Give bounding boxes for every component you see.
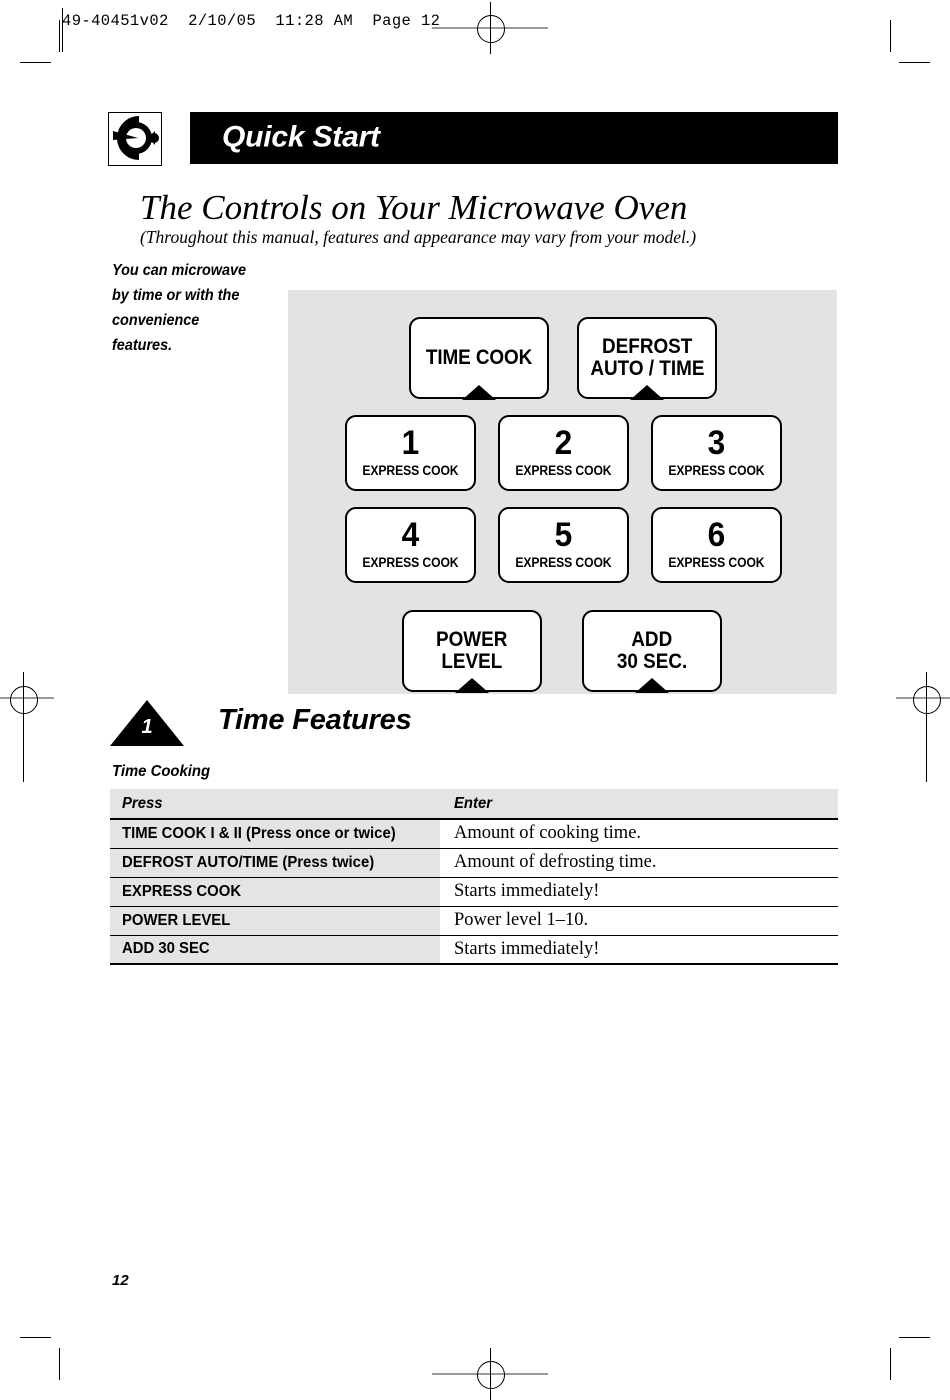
express-cook-6-button[interactable]: 6 EXPRESS COOK	[651, 507, 782, 583]
crop-mark-top-right-h	[899, 62, 930, 63]
express-cook-2-label: EXPRESS COOK	[515, 462, 612, 478]
registration-mark-bottom-circle	[477, 1361, 505, 1389]
time-cooking-table: Press Enter TIME COOK I & II (Press once…	[110, 789, 838, 965]
quick-start-banner: Quick Start	[190, 112, 838, 164]
registration-mark-top-circle	[477, 15, 505, 43]
crop-mark-bottom-right-v	[890, 1348, 891, 1380]
table-row: TIME COOK I & II (Press once or twice) A…	[110, 819, 838, 849]
express-cook-1-button[interactable]: 1 EXPRESS COOK	[345, 415, 476, 491]
express-cook-3-button[interactable]: 3 EXPRESS COOK	[651, 415, 782, 491]
registration-mark-right	[896, 672, 950, 782]
express-cook-4-button[interactable]: 4 EXPRESS COOK	[345, 507, 476, 583]
table-header-press-label: Press	[122, 794, 163, 812]
express-cook-6-label: EXPRESS COOK	[668, 554, 765, 570]
table-cell-press: ADD 30 SEC	[110, 935, 440, 965]
table-cell-enter: Amount of defrosting time.	[440, 848, 838, 878]
registration-mark-left-circle	[10, 686, 38, 714]
table-cell-enter: Starts immediately!	[440, 935, 838, 965]
table-cell-press: TIME COOK I & II (Press once or twice)	[110, 819, 440, 849]
step-title: Time Features	[218, 704, 412, 736]
defrost-auto-time-button[interactable]: DEFROST AUTO / TIME	[577, 317, 717, 400]
express-cook-1-label: EXPRESS COOK	[362, 462, 459, 478]
add-30-sec-notch-icon	[635, 677, 669, 693]
table-header-enter-label: Enter	[454, 794, 493, 812]
table-cell-enter: Starts immediately!	[440, 877, 838, 907]
table-cell-press-label: POWER LEVEL	[122, 911, 231, 929]
defrost-notch-icon	[630, 384, 664, 400]
table-cell-enter: Amount of cooking time.	[440, 819, 838, 849]
express-cook-1-number: 1	[401, 424, 420, 463]
express-cook-2-button[interactable]: 2 EXPRESS COOK	[498, 415, 629, 491]
table-cell-press-label: DEFROST AUTO/TIME (Press twice)	[122, 853, 375, 871]
express-cook-3-label: EXPRESS COOK	[668, 462, 765, 478]
table-row: EXPRESS COOK Starts immediately!	[110, 877, 838, 907]
table-row: ADD 30 SEC Starts immediately!	[110, 935, 838, 965]
registration-mark-bottom	[432, 1348, 548, 1400]
table-header-enter: Enter	[440, 789, 838, 820]
time-cook-notch-icon	[462, 384, 496, 400]
table-cell-press: POWER LEVEL	[110, 906, 440, 936]
table-cell-enter-label: Amount of cooking time.	[454, 823, 642, 844]
power-level-button[interactable]: POWER LEVEL	[402, 610, 542, 693]
page-number: 12	[112, 1272, 129, 1289]
express-cook-5-label: EXPRESS COOK	[515, 554, 612, 570]
table-cell-press: EXPRESS COOK	[110, 877, 440, 907]
microwave-knob-icon	[108, 112, 162, 166]
table-cell-enter-label: Starts immediately!	[454, 938, 600, 959]
crop-mark-top-left-v	[59, 20, 60, 52]
crop-mark-top-right-v	[890, 20, 891, 52]
add-30-sec-label-line2: 30 SEC.	[616, 650, 688, 673]
table-cell-press-label: TIME COOK I & II (Press once or twice)	[122, 824, 396, 842]
express-cook-4-number: 4	[401, 516, 420, 555]
power-level-notch-icon	[455, 677, 489, 693]
table-cell-press-label: ADD 30 SEC	[122, 940, 210, 958]
express-cook-5-number: 5	[554, 516, 573, 555]
step-number: 1	[141, 716, 153, 738]
table-row: DEFROST AUTO/TIME (Press twice) Amount o…	[110, 848, 838, 878]
registration-mark-right-circle	[913, 686, 941, 714]
table-cell-enter: Power level 1–10.	[440, 906, 838, 936]
table-row: POWER LEVEL Power level 1–10.	[110, 906, 838, 936]
table-header-row: Press Enter	[110, 789, 838, 820]
express-cook-3-number: 3	[707, 424, 726, 463]
slug-line: 49-40451v02 2/10/05 11:28 AM Page 12	[62, 12, 441, 30]
table-cell-press-label: EXPRESS COOK	[122, 882, 242, 900]
table-cell-press: DEFROST AUTO/TIME (Press twice)	[110, 848, 440, 878]
registration-mark-top	[432, 2, 548, 54]
control-panel-diagram: TIME COOK DEFROST AUTO / TIME 1 EXPRESS …	[288, 290, 837, 694]
power-level-label-line1: POWER	[436, 628, 508, 652]
crop-mark-top-left-h	[20, 62, 51, 63]
table-header-press: Press	[110, 789, 440, 820]
crop-mark-bottom-right-h	[899, 1337, 930, 1338]
side-note: You can microwave by time or with the co…	[112, 262, 247, 355]
express-cook-4-label: EXPRESS COOK	[362, 554, 459, 570]
defrost-label-line2: AUTO / TIME	[589, 357, 705, 380]
crop-mark-bottom-left-v	[59, 1348, 60, 1380]
express-cook-5-button[interactable]: 5 EXPRESS COOK	[498, 507, 629, 583]
crop-mark-bottom-left-h	[20, 1337, 51, 1338]
power-level-label-line2: LEVEL	[441, 650, 503, 673]
express-cook-2-number: 2	[554, 424, 573, 463]
time-cook-label: TIME COOK	[425, 346, 533, 370]
page-subtitle: (Throughout this manual, features and ap…	[140, 227, 697, 247]
add-30-sec-label-line1: ADD	[631, 628, 673, 652]
section-subheading: Time Cooking	[112, 763, 211, 780]
registration-mark-left	[0, 672, 54, 782]
manual-page: 49-40451v02 2/10/05 11:28 AM Page 12 Qui…	[0, 0, 950, 1400]
table-cell-enter-label: Amount of defrosting time.	[454, 852, 657, 872]
knob-icon-svg	[113, 116, 159, 160]
page-title: The Controls on Your Microwave Oven	[140, 188, 688, 227]
table-cell-enter-label: Power level 1–10.	[454, 910, 589, 930]
banner-title: Quick Start	[222, 120, 380, 154]
time-cook-button[interactable]: TIME COOK	[409, 317, 549, 400]
defrost-label-line1: DEFROST	[601, 335, 693, 359]
add-30-sec-button[interactable]: ADD 30 SEC.	[582, 610, 722, 693]
table-cell-enter-label: Starts immediately!	[454, 881, 600, 901]
step-heading: 1 Time Features	[110, 700, 850, 756]
quick-start-header: Quick Start	[108, 112, 838, 166]
express-cook-6-number: 6	[707, 516, 726, 555]
